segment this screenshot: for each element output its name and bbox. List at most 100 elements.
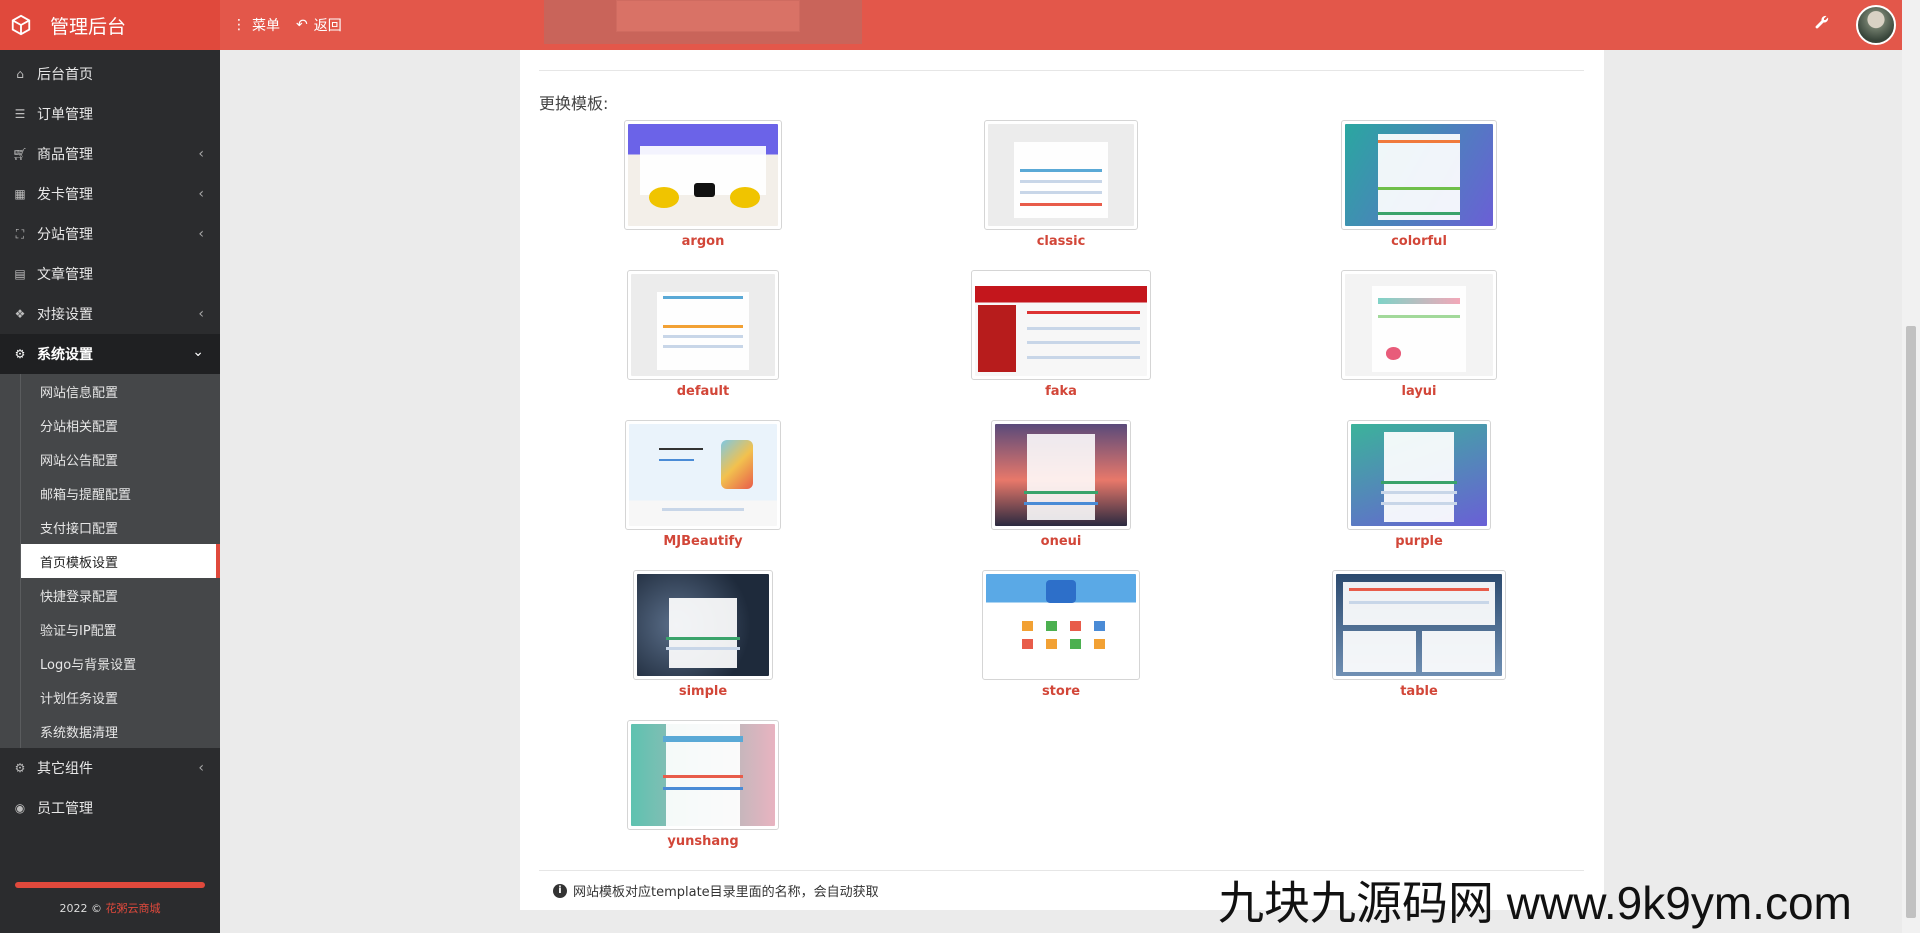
template-option-purple[interactable]: purple [1319, 420, 1519, 549]
template-name: default [676, 384, 730, 399]
chevron-left-icon: ‹ [198, 146, 204, 162]
sidebar-item-label: 文章管理 [37, 267, 93, 283]
template-name: colorful [1391, 234, 1447, 249]
back-label: 返回 [313, 18, 342, 34]
chevron-left-icon: ‹ [198, 760, 204, 776]
chevron-left-icon: ‹ [198, 226, 204, 242]
subitem-logo-background[interactable]: Logo与背景设置 [20, 646, 220, 680]
avatar[interactable] [1856, 5, 1896, 45]
scrollbar-thumb[interactable] [1906, 326, 1916, 918]
sidebar-item-other-components[interactable]: ⚙ 其它组件 ‹ [0, 748, 220, 788]
template-option-classic[interactable]: classic [961, 120, 1161, 249]
template-name: purple [1395, 534, 1443, 549]
template-name: classic [1036, 234, 1086, 249]
sidebar-footer: 2022 © 花粥云商城 [0, 882, 220, 916]
footer-accent-bar [15, 882, 205, 888]
grid-icon: ▦ [14, 187, 26, 201]
vertical-dots-icon: ⋮ [232, 17, 246, 33]
subitem-quick-login[interactable]: 快捷登录配置 [20, 578, 220, 612]
gear-icon: ⚙ [14, 347, 26, 361]
sidebar-item-home[interactable]: ⌂ 后台首页 [0, 54, 220, 94]
sidebar-item-cards[interactable]: ▦ 发卡管理 ‹ [0, 174, 220, 214]
cart-icon: 🛒︎ [12, 147, 28, 161]
sidebar-item-label: 系统设置 [37, 347, 93, 363]
watermark: 九块九源码网 www.9k9ym.com [1218, 877, 1852, 929]
system-settings-submenu: 网站信息配置 分站相关配置 网站公告配置 邮箱与提醒配置 支付接口配置 首页模板… [0, 374, 220, 748]
template-name: store [1041, 684, 1081, 699]
notice-text: 网站模板对应template目录里面的名称，会自动获取 [573, 885, 879, 900]
sidebar-item-orders[interactable]: ☰ 订单管理 [0, 94, 220, 134]
subitem-verify-ip[interactable]: 验证与IP配置 [20, 612, 220, 646]
sidebar-item-system-settings[interactable]: ⚙ 系统设置 ⌄ [0, 334, 220, 374]
menu-button[interactable]: ⋮ 菜单 [232, 15, 280, 35]
subitem-payment[interactable]: 支付接口配置 [20, 510, 220, 544]
subitem-substation-config[interactable]: 分站相关配置 [20, 408, 220, 442]
sidebar-item-label: 发卡管理 [37, 187, 93, 203]
template-option-argon[interactable]: argon [603, 120, 803, 249]
subitem-site-info[interactable]: 网站信息配置 [20, 374, 220, 408]
template-option-layui[interactable]: layui [1319, 270, 1519, 399]
copyright-prefix: 2022 © [59, 902, 106, 915]
template-name: simple [678, 684, 728, 699]
cubes-icon: ❖ [14, 307, 26, 321]
copyright-link[interactable]: 花粥云商城 [106, 902, 161, 915]
chevron-left-icon: ‹ [198, 306, 204, 322]
template-option-default[interactable]: default [603, 270, 803, 399]
copyright: 2022 © 花粥云商城 [0, 900, 220, 916]
template-name: faka [1045, 384, 1077, 399]
template-name: argon [681, 234, 725, 249]
chevron-down-icon: ⌄ [192, 344, 204, 360]
template-option-colorful[interactable]: colorful [1319, 120, 1519, 249]
template-name: yunshang [667, 834, 739, 849]
brand[interactable]: 管理后台 [0, 0, 220, 50]
template-option-mjbeautify[interactable]: MJBeautify [603, 420, 803, 549]
sidebar-item-integration[interactable]: ❖ 对接设置 ‹ [0, 294, 220, 334]
template-option-faka[interactable]: faka [961, 270, 1161, 399]
template-name: layui [1401, 384, 1437, 399]
sidebar-item-staff[interactable]: ◉ 员工管理 [0, 788, 220, 828]
home-icon: ⌂ [16, 67, 24, 81]
content-panel: 更换模板: argon classic colorful default fak… [520, 50, 1604, 910]
template-name: table [1400, 684, 1438, 699]
sitemap-icon: ⛶ [15, 226, 25, 241]
menu-label: 菜单 [252, 18, 280, 34]
subitem-email-alerts[interactable]: 邮箱与提醒配置 [20, 476, 220, 510]
subitem-announcement[interactable]: 网站公告配置 [20, 442, 220, 476]
sidebar-item-substations[interactable]: ⛶ 分站管理 ‹ [0, 214, 220, 254]
book-icon: ▤ [14, 267, 26, 281]
template-name: MJBeautify [663, 534, 743, 549]
subitem-home-template[interactable]: 首页模板设置 [20, 544, 220, 578]
wrench-icon[interactable] [1814, 14, 1834, 34]
subitem-scheduled-tasks[interactable]: 计划任务设置 [20, 680, 220, 714]
template-option-oneui[interactable]: oneui [961, 420, 1161, 549]
template-option-yunshang[interactable]: yunshang [603, 720, 803, 849]
template-option-simple[interactable]: simple [603, 570, 803, 699]
template-name: oneui [1040, 534, 1082, 549]
section-label: 更换模板: [539, 94, 609, 113]
top-bar: 管理后台 ⋮ 菜单 ↶ 返回 [0, 0, 1902, 50]
sidebar-item-label: 订单管理 [37, 107, 93, 123]
sidebar: ⌂ 后台首页 ☰ 订单管理 🛒︎ 商品管理 ‹ ▦ 发卡管理 ‹ ⛶ 分站管理 … [0, 50, 220, 933]
sidebar-item-label: 分站管理 [37, 227, 93, 243]
info-icon: i [553, 883, 567, 898]
sidebar-item-label: 员工管理 [37, 801, 93, 817]
list-icon: ☰ [14, 107, 26, 121]
reply-arrow-icon: ↶ [296, 17, 308, 33]
divider [539, 70, 1584, 71]
subitem-data-cleanup[interactable]: 系统数据清理 [20, 714, 220, 748]
sidebar-item-label: 其它组件 [37, 761, 93, 777]
app-title: 管理后台 [50, 15, 127, 38]
sidebar-item-articles[interactable]: ▤ 文章管理 [0, 254, 220, 294]
template-preview-image [544, 0, 862, 44]
user-circle-icon: ◉ [14, 801, 26, 815]
cube-icon [11, 14, 31, 36]
template-option-table[interactable]: table [1319, 570, 1519, 699]
chevron-left-icon: ‹ [198, 186, 204, 202]
sidebar-item-label: 对接设置 [37, 307, 93, 323]
sidebar-item-label: 后台首页 [37, 67, 93, 83]
back-button[interactable]: ↶ 返回 [296, 15, 342, 35]
cogs-icon: ⚙ [14, 761, 26, 775]
template-option-store[interactable]: store [961, 570, 1161, 699]
sidebar-item-label: 商品管理 [37, 147, 93, 163]
sidebar-item-products[interactable]: 🛒︎ 商品管理 ‹ [0, 134, 220, 174]
